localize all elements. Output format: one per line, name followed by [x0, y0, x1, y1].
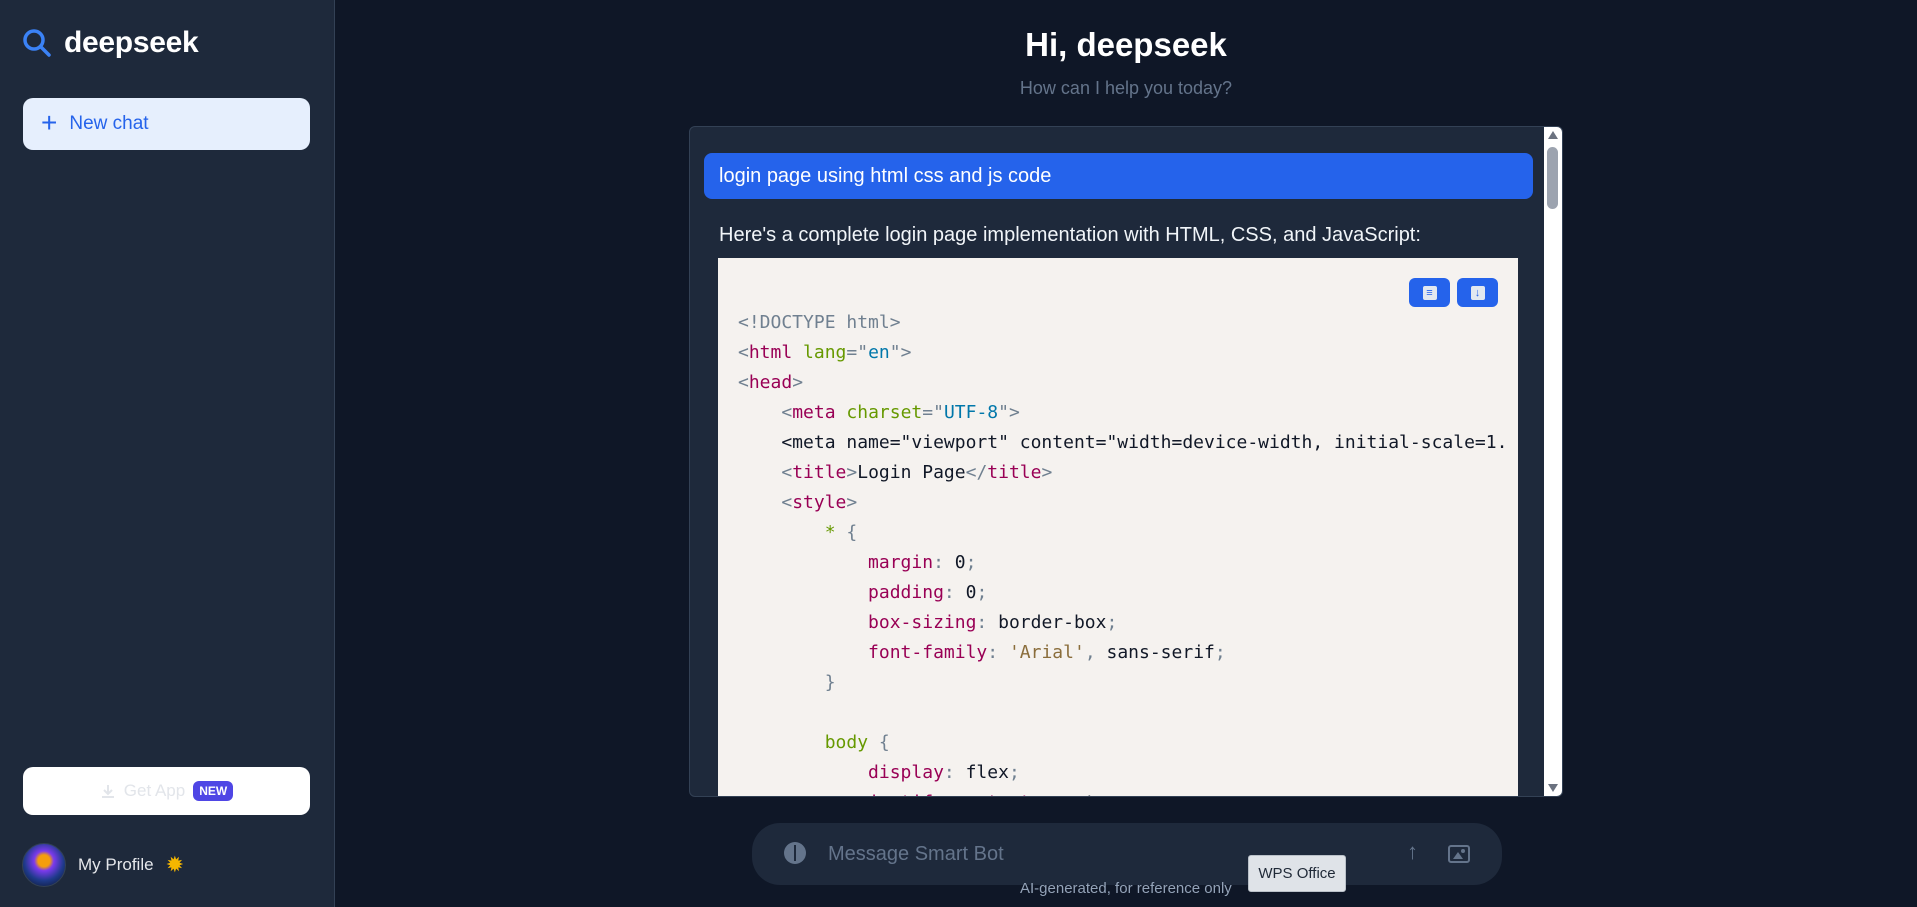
scrollbar[interactable]: [1544, 127, 1562, 796]
scroll-thumb[interactable]: [1547, 147, 1558, 209]
download-code-button[interactable]: ↓: [1457, 278, 1498, 307]
plus-icon: +: [41, 106, 58, 138]
brand[interactable]: deepseek: [22, 26, 199, 60]
message-bar: ↑: [752, 823, 1502, 885]
scroll-down-icon[interactable]: [1548, 784, 1558, 792]
search-icon: [23, 29, 51, 57]
new-chat-button[interactable]: + New chat: [23, 98, 310, 150]
scroll-up-icon[interactable]: [1548, 131, 1558, 139]
sidebar: deepseek + New chat Get App NEW My Profi…: [0, 0, 335, 907]
code-content: <!DOCTYPE html> <html lang="en"> <head> …: [738, 312, 1508, 796]
taskbar-tooltip: WPS Office: [1248, 855, 1346, 892]
download-arrow-icon: ↓: [1470, 285, 1485, 300]
user-message: login page using html css and js code: [704, 153, 1533, 199]
sun-icon[interactable]: ✹: [166, 854, 184, 876]
page-title: Hi, deepseek: [1025, 26, 1227, 63]
brand-name: deepseek: [64, 26, 199, 59]
disclaimer: AI-generated, for reference only: [1020, 880, 1232, 897]
new-chat-label: New chat: [69, 113, 149, 134]
send-arrow-icon[interactable]: ↑: [1407, 839, 1418, 865]
page-subtitle: How can I help you today?: [1019, 78, 1233, 98]
code-block: ≡ ↓ <!DOCTYPE html> <html lang="en"> <he…: [718, 258, 1518, 796]
brain-icon[interactable]: [784, 842, 806, 864]
copy-button[interactable]: ≡: [1409, 278, 1450, 307]
profile-name: My Profile: [78, 855, 154, 874]
download-icon: [101, 785, 114, 798]
avatar: [22, 843, 66, 887]
code-toolbar: ≡ ↓: [1409, 278, 1498, 307]
get-app-button[interactable]: Get App NEW: [23, 767, 310, 815]
get-app-label: Get App: [123, 781, 186, 800]
chat-panel: login page using html css and js code He…: [689, 126, 1563, 797]
bot-message-intro: Here's a complete login page implementat…: [719, 224, 1421, 246]
new-badge: NEW: [193, 781, 234, 801]
profile[interactable]: My Profile ✹: [22, 843, 184, 887]
clipboard-icon: ≡: [1422, 285, 1437, 300]
image-upload-icon[interactable]: [1448, 845, 1470, 863]
